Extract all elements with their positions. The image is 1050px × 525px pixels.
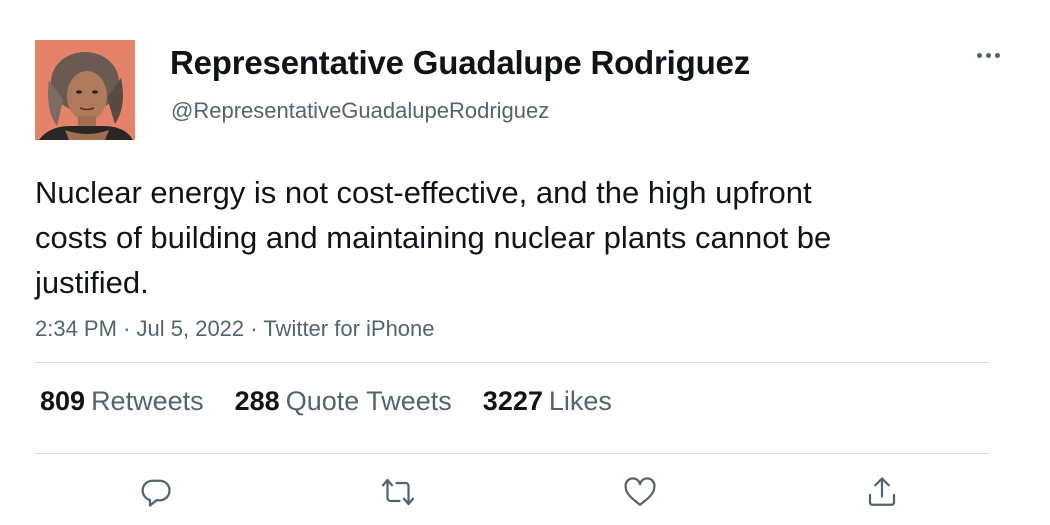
quote-tweets-count: 288: [234, 386, 280, 416]
more-dot: [994, 52, 1000, 58]
avatar-image: [35, 40, 135, 140]
reply-button[interactable]: [134, 470, 178, 514]
retweets-stat[interactable]: 809 Retweets: [40, 386, 204, 417]
meta-separator: ·: [123, 316, 137, 341]
tweet-card: Representative Guadalupe Rodriguez @Repr…: [0, 0, 1050, 525]
more-dot: [985, 52, 991, 58]
meta-separator: ·: [250, 316, 264, 341]
tweet-text: Nuclear energy is not cost-effective, an…: [35, 175, 832, 300]
tweet-meta: 2:34 PM · Jul 5, 2022 · Twitter for iPho…: [35, 316, 435, 342]
quote-tweets-label: Quote Tweets: [285, 386, 452, 416]
tweet-date[interactable]: Jul 5, 2022: [137, 316, 245, 341]
likes-count: 3227: [482, 386, 543, 416]
tweet-stats: 809 Retweets 288 Quote Tweets 3227 Likes: [40, 386, 612, 417]
retweets-label: Retweets: [91, 386, 204, 416]
retweets-count: 809: [40, 386, 86, 416]
like-icon: [624, 477, 656, 506]
share-icon: [868, 477, 896, 506]
retweet-button[interactable]: [376, 470, 420, 514]
author-name[interactable]: Representative Guadalupe Rodriguez: [170, 44, 750, 82]
reply-icon: [141, 479, 171, 507]
more-icon[interactable]: [968, 40, 1008, 70]
tweet-time[interactable]: 2:34 PM: [35, 316, 117, 341]
divider: [35, 453, 989, 454]
retweet-icon: [381, 478, 415, 506]
likes-stat[interactable]: 3227 Likes: [483, 386, 612, 417]
divider: [35, 362, 989, 363]
quote-tweets-stat[interactable]: 288 Quote Tweets: [235, 386, 452, 417]
action-bar: [0, 470, 1050, 520]
avatar[interactable]: [35, 40, 135, 140]
like-button[interactable]: [618, 470, 662, 514]
share-button[interactable]: [860, 470, 904, 514]
likes-label: Likes: [548, 386, 612, 416]
more-dot: [976, 52, 982, 58]
tweet-source[interactable]: Twitter for iPhone: [263, 316, 434, 341]
author-handle[interactable]: @RepresentativeGuadalupeRodriguez: [171, 98, 549, 124]
